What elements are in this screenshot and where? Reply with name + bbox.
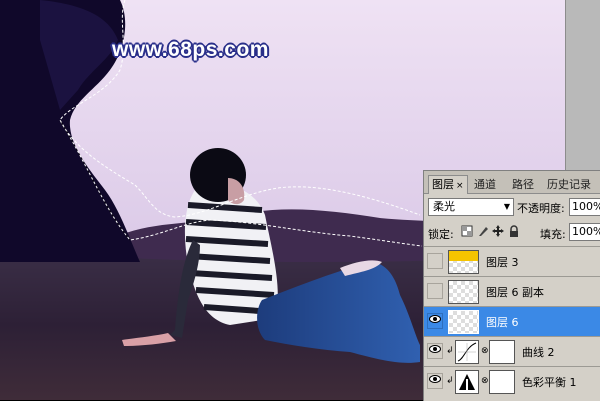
- layer-name: 图层 6 副本: [486, 286, 544, 299]
- lock-position-icon[interactable]: [491, 225, 504, 238]
- visibility-toggle[interactable]: [427, 253, 443, 269]
- watermark: www.68ps.com: [112, 38, 269, 61]
- layer-thumbnail: [448, 250, 479, 274]
- link-icon[interactable]: ⊗: [481, 346, 489, 356]
- clipping-arrow-icon: ↲: [446, 346, 454, 356]
- opacity-label: 不透明度:: [517, 202, 565, 215]
- lock-image-icon[interactable]: [476, 225, 489, 238]
- layer-row-color-balance-1[interactable]: ↲ ⊗ 色彩平衡 1: [424, 366, 600, 396]
- eye-icon[interactable]: [427, 373, 443, 389]
- link-icon[interactable]: ⊗: [481, 376, 489, 386]
- canvas-background-edge: [565, 0, 600, 172]
- panel-tabs: 图层 × 通道 路径 历史记录: [424, 171, 600, 194]
- close-tab-icon[interactable]: ×: [456, 181, 464, 191]
- fill-input[interactable]: 100%: [569, 223, 600, 241]
- layer-name: 曲线 2: [522, 346, 555, 359]
- tab-channels[interactable]: 通道: [470, 175, 500, 192]
- tab-history[interactable]: 历史记录: [543, 175, 595, 192]
- layer-thumbnail: [448, 310, 479, 334]
- layer-row-curves-2[interactable]: ↲ ⊗ 曲线 2: [424, 336, 600, 366]
- yellow-fill: [449, 251, 478, 261]
- lock-all-icon[interactable]: [507, 225, 520, 238]
- eye-icon[interactable]: [427, 313, 443, 329]
- color-balance-icon: [455, 370, 479, 394]
- curves-icon: [455, 340, 479, 364]
- fill-label: 填充:: [540, 228, 566, 241]
- layer-row-layer-6-copy[interactable]: 图层 6 副本: [424, 276, 600, 306]
- tab-layers[interactable]: 图层 ×: [428, 175, 468, 194]
- layer-mask-thumbnail: [489, 340, 515, 364]
- lock-transparent-icon[interactable]: [460, 225, 473, 238]
- chevron-down-icon: ▼: [503, 202, 510, 211]
- lock-label: 锁定:: [428, 228, 454, 241]
- layer-name: 色彩平衡 1: [522, 376, 577, 389]
- opacity-input[interactable]: 100%: [569, 198, 600, 216]
- visibility-toggle[interactable]: [427, 283, 443, 299]
- eye-icon[interactable]: [427, 343, 443, 359]
- blend-mode-select[interactable]: 柔光 ▼: [428, 198, 514, 216]
- layer-row-layer-3[interactable]: 图层 3: [424, 246, 600, 276]
- layer-row-layer-6[interactable]: 图层 6: [424, 306, 600, 336]
- layer-name: 图层 6: [486, 316, 519, 329]
- tab-paths[interactable]: 路径: [508, 175, 538, 192]
- layer-thumbnail: [448, 280, 479, 304]
- layer-mask-thumbnail: [489, 370, 515, 394]
- clipping-arrow-icon: ↲: [446, 376, 454, 386]
- layers-panel: 图层× 通道 路径 历史记录 柔光 ▼ 不透明度: 100% 锁定: 填充: 10…: [423, 170, 600, 401]
- blend-mode-value: 柔光: [433, 200, 455, 213]
- layer-name: 图层 3: [486, 256, 519, 269]
